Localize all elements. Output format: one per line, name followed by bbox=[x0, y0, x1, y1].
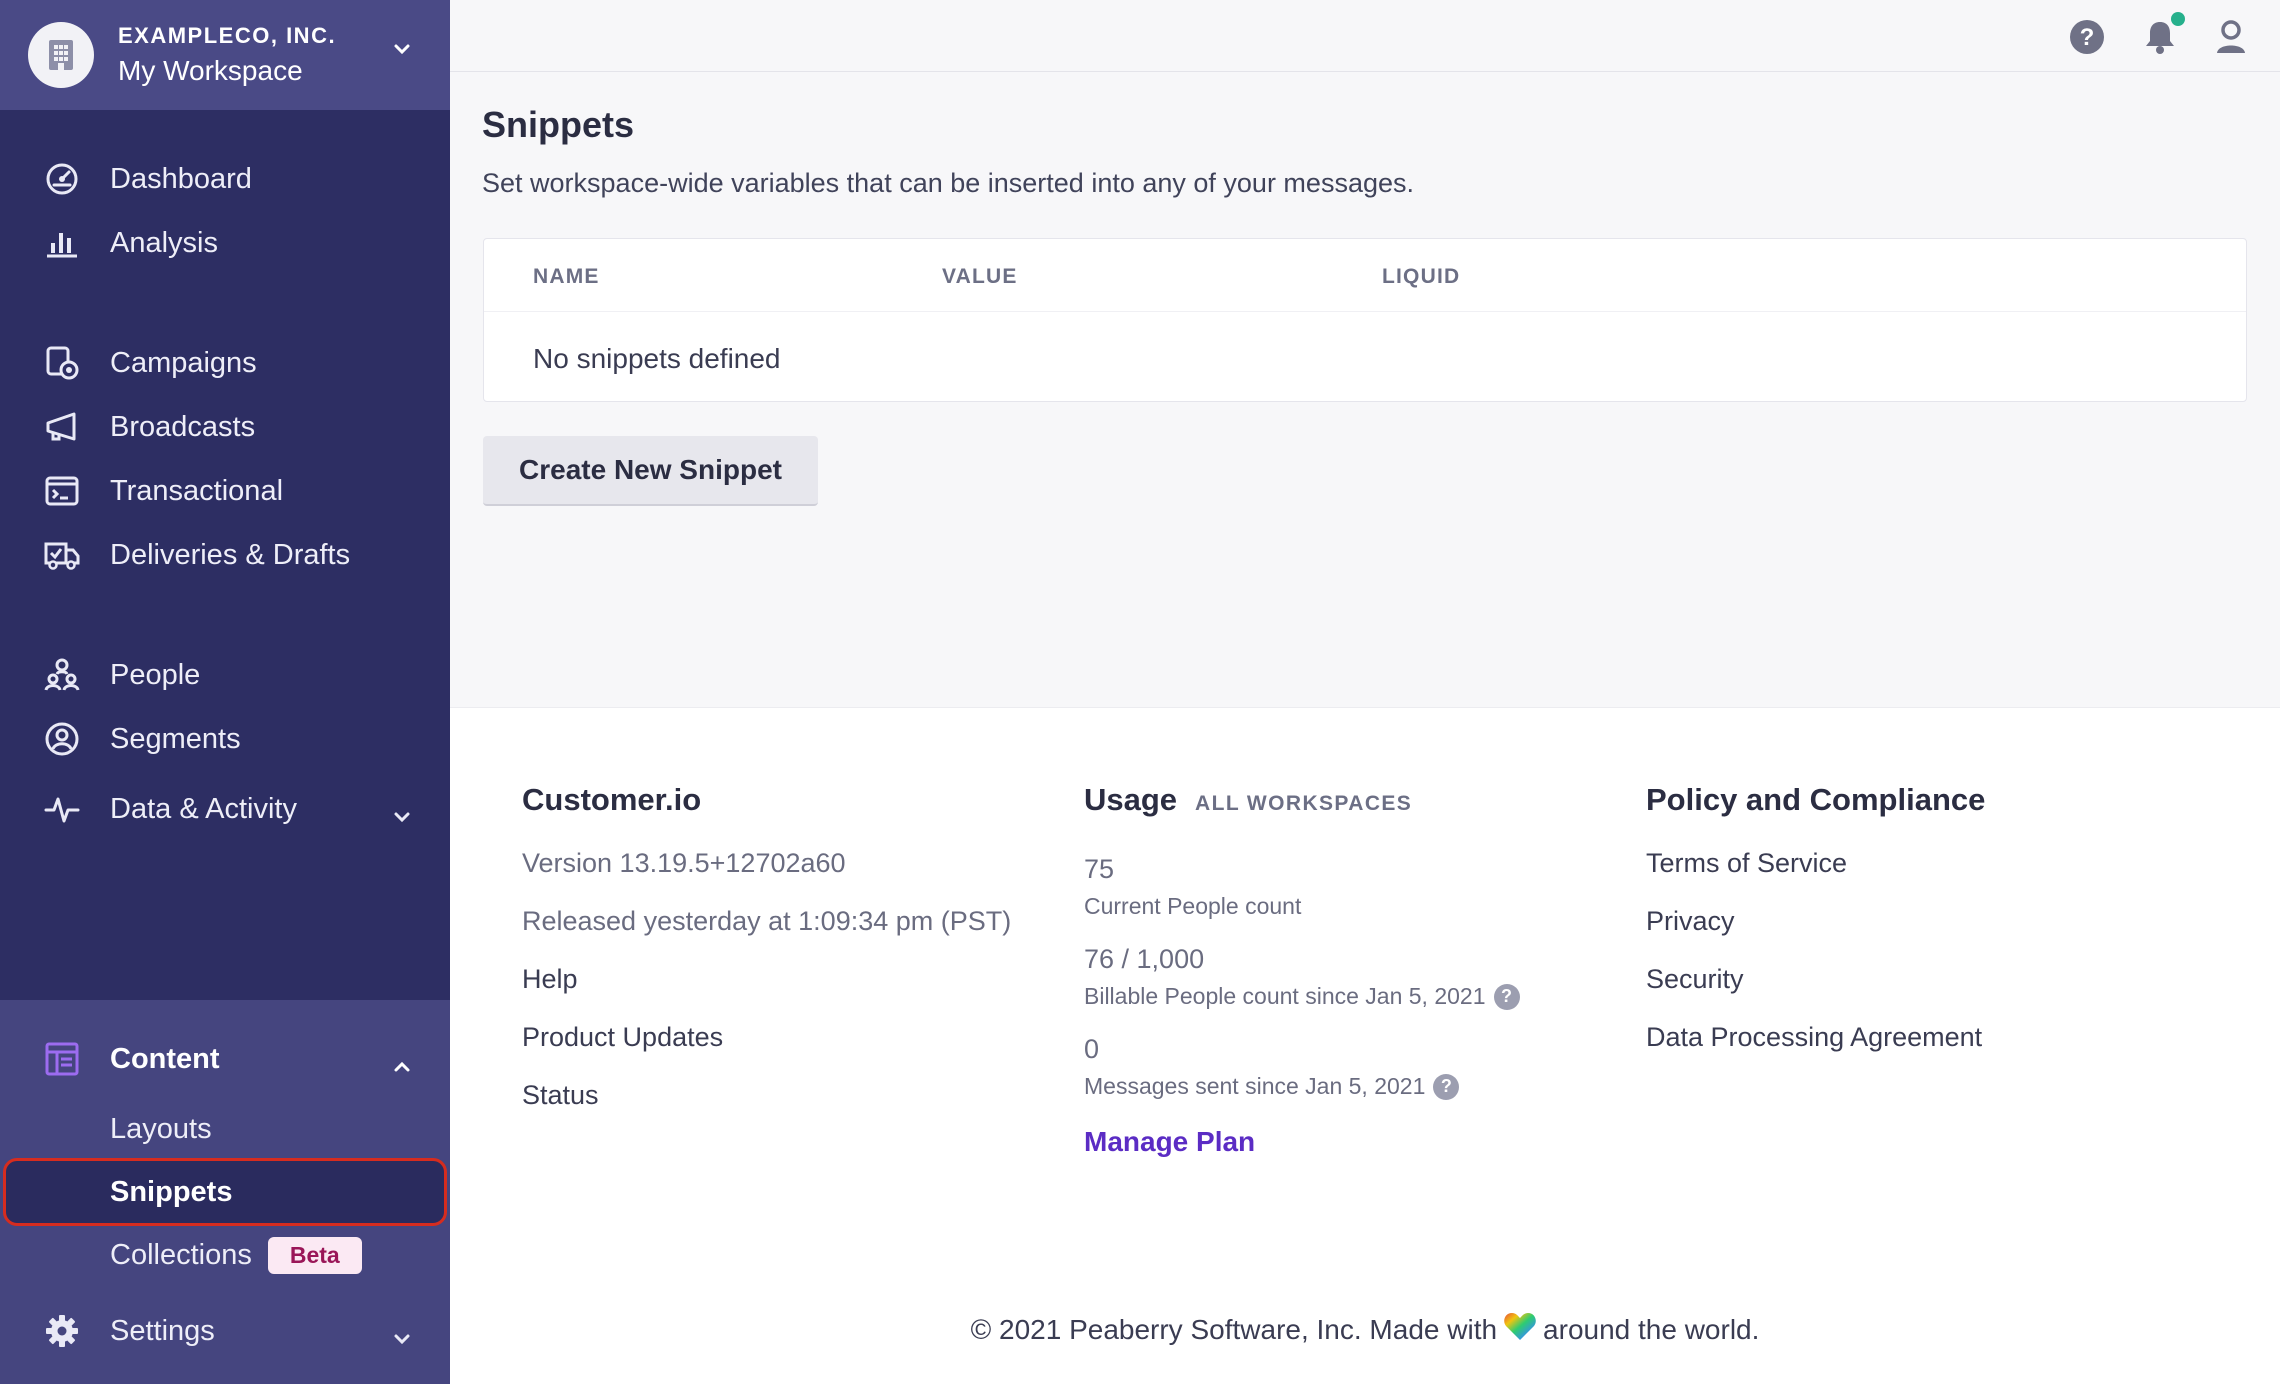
footer-link-privacy[interactable]: Privacy bbox=[1646, 892, 1985, 950]
sidebar-item-label: Broadcasts bbox=[110, 410, 256, 443]
workspace-company: EXAMPLECO, INC. bbox=[118, 23, 337, 49]
bar-chart-icon bbox=[42, 223, 82, 263]
release-text: Released yesterday at 1:09:34 pm (PST) bbox=[522, 905, 1012, 936]
sidebar-item-label: Dashboard bbox=[110, 162, 252, 195]
people-icon bbox=[42, 655, 82, 695]
sidebar-item-label: Content bbox=[110, 1042, 220, 1075]
terminal-icon bbox=[42, 471, 82, 511]
messages-sent-label: Messages sent since Jan 5, 2021 bbox=[1084, 1073, 1426, 1099]
copyright-text: © 2021 Peaberry Software, Inc. Made with bbox=[970, 1314, 1498, 1345]
page-description: Set workspace-wide variables that can be… bbox=[482, 168, 1414, 198]
billable-count-value: 76 / 1,000 bbox=[1084, 944, 1205, 974]
footer-link-status[interactable]: Status bbox=[522, 1066, 1011, 1124]
sidebar-item-data-activity[interactable]: Data & Activity bbox=[0, 781, 450, 837]
sidebar-item-label: Deliveries & Drafts bbox=[110, 538, 351, 571]
sidebar-item-analysis[interactable]: Analysis bbox=[0, 215, 450, 271]
sidebar-item-content[interactable]: Content bbox=[0, 1031, 450, 1087]
messages-sent-row: Messages sent since Jan 5, 2021 ? bbox=[1084, 1073, 1520, 1100]
footer-brand-title: Customer.io bbox=[522, 782, 702, 817]
column-header-liquid[interactable]: LIQUID bbox=[1382, 265, 1460, 289]
user-avatar-icon[interactable] bbox=[2212, 18, 2250, 56]
usage-scope: ALL WORKSPACES bbox=[1195, 792, 1413, 815]
empty-state-message: No snippets defined bbox=[533, 343, 781, 374]
sidebar-item-label: People bbox=[110, 658, 201, 691]
sidebar-item-label: Data & Activity bbox=[110, 792, 297, 825]
column-header-name[interactable]: NAME bbox=[533, 265, 600, 289]
footer-policy-column: Policy and Compliance Terms of Service P… bbox=[1646, 782, 1985, 1066]
help-circle-icon[interactable]: ? bbox=[1493, 983, 1520, 1010]
beta-badge: Beta bbox=[267, 1236, 362, 1274]
chevron-up-icon bbox=[392, 1049, 412, 1082]
sidebar-item-label: Segments bbox=[110, 722, 241, 755]
chevron-down-icon bbox=[392, 42, 412, 61]
activity-pulse-icon bbox=[42, 789, 82, 829]
sidebar-item-people[interactable]: People bbox=[0, 647, 450, 703]
chevron-down-icon bbox=[392, 799, 412, 832]
policy-title: Policy and Compliance bbox=[1646, 782, 1986, 817]
people-count-label: Current People count bbox=[1084, 893, 1302, 919]
footer: Customer.io Version 13.19.5+12702a60 Rel… bbox=[450, 707, 2280, 1384]
footer-link-terms[interactable]: Terms of Service bbox=[1646, 834, 1985, 892]
top-bar: ? bbox=[450, 0, 2280, 72]
layout-icon bbox=[42, 1039, 82, 1079]
bell-icon[interactable] bbox=[2141, 12, 2185, 56]
sidebar-item-label: Analysis bbox=[110, 226, 218, 259]
footer-link-help[interactable]: Help bbox=[522, 950, 1011, 1008]
page-title: Snippets bbox=[482, 104, 635, 145]
sidebar-item-transactional[interactable]: Transactional bbox=[0, 463, 450, 519]
billable-count-label: Billable People count since Jan 5, 2021 bbox=[1084, 983, 1486, 1009]
gear-icon bbox=[42, 1311, 82, 1351]
notification-dot bbox=[2171, 12, 2185, 26]
manage-plan-link[interactable]: Manage Plan bbox=[1084, 1126, 1520, 1158]
footer-brand-column: Customer.io Version 13.19.5+12702a60 Rel… bbox=[522, 782, 1011, 1124]
help-icon[interactable]: ? bbox=[2068, 18, 2106, 56]
footer-usage-column: Usage ALL WORKSPACES 75 Current People c… bbox=[1084, 782, 1520, 1158]
sidebar-item-label: Settings bbox=[110, 1314, 215, 1347]
divider bbox=[484, 311, 2246, 312]
sidebar-item-label: Layouts bbox=[110, 1112, 212, 1145]
sidebar-item-layouts[interactable]: Layouts bbox=[0, 1098, 450, 1160]
sidebar-item-snippets[interactable]: Snippets bbox=[3, 1158, 447, 1226]
rainbow-heart-icon bbox=[1503, 1311, 1537, 1348]
copyright: © 2021 Peaberry Software, Inc. Made with… bbox=[450, 1311, 2280, 1348]
usage-heading: Usage ALL WORKSPACES bbox=[1084, 782, 1520, 834]
sidebar-item-settings[interactable]: Settings bbox=[0, 1303, 450, 1359]
campaign-icon bbox=[42, 343, 82, 383]
delivery-truck-icon bbox=[42, 535, 82, 575]
sidebar-item-dashboard[interactable]: Dashboard bbox=[0, 151, 450, 207]
messages-sent-value: 0 bbox=[1084, 1034, 1100, 1064]
help-circle-icon[interactable]: ? bbox=[1433, 1073, 1460, 1100]
sidebar-item-broadcasts[interactable]: Broadcasts bbox=[0, 399, 450, 455]
copyright-text-end: around the world. bbox=[1543, 1314, 1760, 1345]
version-text: Version 13.19.5+12702a60 bbox=[522, 847, 846, 878]
snippets-table: NAME VALUE LIQUID No snippets defined bbox=[483, 238, 2247, 402]
sidebar-item-label: Transactional bbox=[110, 474, 284, 507]
create-new-snippet-button[interactable]: Create New Snippet bbox=[483, 436, 818, 506]
sidebar-item-campaigns[interactable]: Campaigns bbox=[0, 335, 450, 391]
sidebar-item-label: Campaigns bbox=[110, 346, 257, 379]
footer-link-dpa[interactable]: Data Processing Agreement bbox=[1646, 1008, 1985, 1066]
footer-link-product-updates[interactable]: Product Updates bbox=[522, 1008, 1011, 1066]
workspace-name: My Workspace bbox=[118, 54, 303, 86]
sidebar-item-label: Snippets bbox=[110, 1175, 233, 1208]
sidebar-item-segments[interactable]: Segments bbox=[0, 711, 450, 767]
billable-count-row: Billable People count since Jan 5, 2021 … bbox=[1084, 983, 1520, 1010]
people-count-value: 75 bbox=[1084, 854, 1115, 884]
chevron-down-icon bbox=[392, 1321, 412, 1354]
sidebar-item-label: Collections bbox=[110, 1238, 252, 1271]
sidebar-item-collections[interactable]: Collections Beta bbox=[0, 1224, 450, 1286]
content-section: Content Layouts Snippets Collections Bet… bbox=[0, 1000, 450, 1384]
usage-title: Usage bbox=[1084, 782, 1178, 817]
building-icon bbox=[28, 22, 94, 88]
segment-user-icon bbox=[42, 719, 82, 759]
workspace-switcher[interactable]: EXAMPLECO, INC. My Workspace bbox=[0, 0, 450, 110]
sidebar: EXAMPLECO, INC. My Workspace Dashboard A… bbox=[0, 0, 450, 1384]
gauge-icon bbox=[42, 159, 82, 199]
sidebar-item-deliveries[interactable]: Deliveries & Drafts bbox=[0, 527, 450, 583]
svg-text:?: ? bbox=[2080, 24, 2095, 51]
column-header-value[interactable]: VALUE bbox=[942, 265, 1018, 289]
footer-link-security[interactable]: Security bbox=[1646, 950, 1985, 1008]
megaphone-icon bbox=[42, 407, 82, 447]
